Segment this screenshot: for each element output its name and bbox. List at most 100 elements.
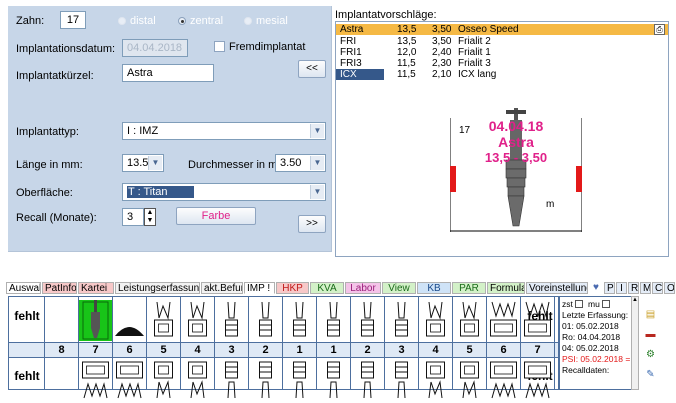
mu-checkbox[interactable]	[602, 300, 611, 308]
tab-m[interactable]: M	[640, 282, 651, 294]
tooth-upper[interactable]	[385, 300, 418, 341]
tooth-upper[interactable]	[351, 300, 384, 341]
implant-date-label: Implantationsdatum:	[16, 43, 116, 55]
fremdimplantat-checkbox[interactable]: Fremdimplantat	[214, 41, 305, 53]
tab-kb[interactable]: KB	[417, 282, 451, 294]
gear-icon[interactable]: ⚙	[642, 346, 659, 363]
tab-patinfo[interactable]: PatInfo	[42, 282, 77, 294]
tab-c[interactable]: C	[652, 282, 663, 294]
chevron-down-icon: ▼	[310, 124, 324, 138]
tooth-number: 7	[92, 344, 99, 356]
radio-zentral[interactable]: zentral	[178, 15, 223, 27]
tooth-number: 7	[534, 344, 541, 356]
tooth-implant[interactable]	[79, 300, 112, 341]
implant-type-select[interactable]: I : IMZ ▼	[122, 122, 326, 140]
tooth-upper[interactable]	[147, 300, 180, 341]
tab-hkp[interactable]: HKP	[276, 282, 309, 294]
tab-i[interactable]: I	[616, 282, 627, 294]
tooth-number: 1	[296, 344, 303, 356]
tab-o[interactable]: O	[664, 282, 675, 294]
tooth-missing[interactable]	[45, 300, 78, 341]
implant-date-field[interactable]: 04.04.2018	[122, 39, 188, 57]
length-select[interactable]: 13.5 ▼	[122, 154, 164, 172]
bone-marker-right	[576, 166, 582, 192]
radio-mesial[interactable]: mesial	[244, 15, 288, 27]
kuerzel-field[interactable]: Astra	[122, 64, 214, 82]
module-tab-strip: Auswahl PatInfo Kartei Leistungserfassun…	[6, 282, 676, 294]
tooth-number: 3	[228, 344, 235, 356]
chevron-down-icon: ▼	[310, 156, 324, 170]
tooth-bridge-pontic[interactable]	[113, 300, 146, 341]
tab-kva[interactable]: KVA	[310, 282, 344, 294]
info-line: Recalldaten:	[562, 365, 610, 375]
forward-button[interactable]: >>	[298, 215, 326, 233]
tab-r[interactable]: R	[628, 282, 639, 294]
list-item[interactable]: FRI 13,5 3,50 Frialit 2	[336, 36, 668, 47]
color-button[interactable]: Farbe	[176, 207, 256, 225]
tab-p[interactable]: P	[604, 282, 615, 294]
print-icon[interactable]: ⎙	[654, 24, 665, 35]
tooth-number: 6	[126, 344, 133, 356]
tab-view[interactable]: View	[382, 282, 416, 294]
heart-icon[interactable]: ♥	[591, 282, 604, 294]
radio-distal[interactable]: distal	[118, 15, 156, 27]
tooth-number: 5	[160, 344, 167, 356]
suggestions-title: Implantatvorschläge:	[335, 9, 437, 21]
tab-kartei[interactable]: Kartei	[78, 282, 114, 294]
surface-select[interactable]: T : Titan ▼	[122, 183, 326, 201]
info-line: Letzte Erfassung:	[562, 310, 629, 320]
tooth-upper[interactable]	[453, 300, 486, 341]
tab-labor[interactable]: Labor	[345, 282, 381, 294]
cup-icon[interactable]: ▬	[642, 326, 659, 343]
list-item[interactable]: ICX 11,5 2,10 ICX lang	[336, 69, 668, 80]
document-icon[interactable]: ▤	[642, 306, 659, 323]
length-label: Länge in mm:	[16, 159, 83, 171]
wrench-icon[interactable]: ✎	[642, 366, 659, 383]
bone-marker-left	[450, 166, 456, 192]
tab-auswahl[interactable]: Auswahl	[6, 282, 41, 294]
kuerzel-label: Implantatkürzel:	[16, 70, 94, 82]
tooth-upper[interactable]	[249, 300, 282, 341]
tooth-upper[interactable]	[419, 300, 452, 341]
tab-leistungserfassung[interactable]: Leistungserfassung I	[115, 282, 200, 294]
tab-voreinstellungen[interactable]: Voreinstellungen	[526, 282, 588, 294]
implant-preview: 17 04.04.18 Astra 13,5 - 3,50 m	[449, 100, 583, 232]
tab-imp[interactable]: IMP !	[244, 282, 275, 294]
recall-spinner[interactable]: ▲ ▼	[144, 208, 156, 226]
surface-label: Oberfläche:	[16, 187, 73, 199]
zahn-label: Zahn:	[16, 15, 45, 27]
tooth-upper[interactable]	[283, 300, 316, 341]
tooth-upper[interactable]	[487, 300, 520, 341]
tooth-number: 2	[364, 344, 371, 356]
implant-type-label: Implantattyp:	[16, 126, 79, 138]
tooth-number: 8	[58, 344, 65, 356]
info-line: 01: 05.02.2018	[562, 321, 619, 331]
tab-par[interactable]: PAR	[452, 282, 486, 294]
zst-checkbox[interactable]	[575, 300, 584, 308]
recall-field[interactable]: 3	[122, 208, 144, 226]
info-line: PSI: 05.02.2018 =	[562, 354, 631, 364]
list-item[interactable]: FRI1 12,0 2,40 Frialit 1	[336, 47, 668, 58]
zahn-field[interactable]: 17	[60, 11, 86, 29]
tab-akt-befund[interactable]: akt.Befund	[201, 282, 243, 294]
info-scrollbar[interactable]: ▲	[631, 296, 639, 390]
diameter-select[interactable]: 3.50 ▼	[275, 154, 326, 172]
tooth-number: 4	[432, 344, 439, 356]
record-info-box: zst mu Letzte Erfassung: 01: 05.02.2018 …	[559, 296, 632, 390]
side-action-buttons: ▤ ▬ ⚙ ✎	[640, 300, 662, 390]
recall-label: Recall (Monate):	[16, 212, 97, 224]
list-item[interactable]: FRI3 11,5 2,30 Frialit 3	[336, 58, 668, 69]
tooth-upper[interactable]	[181, 300, 214, 341]
list-item[interactable]: Astra 13,5 3,50 Osseo Speed ⎙	[336, 24, 668, 35]
tooth-upper[interactable]	[317, 300, 350, 341]
tab-formular[interactable]: Formular	[487, 282, 525, 294]
tooth-upper[interactable]	[521, 300, 554, 341]
tooth-number: 3	[398, 344, 405, 356]
preview-name: Astra	[498, 134, 534, 150]
chevron-down-icon: ▼	[310, 185, 324, 199]
tooth-number: 4	[194, 344, 201, 356]
back-button[interactable]: <<	[298, 60, 326, 78]
mu-label: mu	[587, 299, 600, 309]
implant-form-panel: Zahn: 17 distal zentral mesial Implantat…	[8, 6, 332, 252]
tooth-upper[interactable]	[215, 300, 248, 341]
